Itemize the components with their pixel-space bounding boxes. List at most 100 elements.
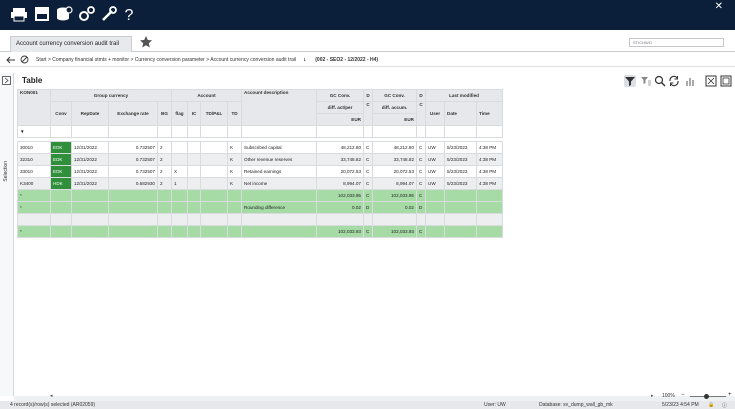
download-arrow-icon[interactable]: ⭣: [304, 57, 306, 63]
selection-sidebar[interactable]: Selection: [0, 73, 14, 396]
empty-cell: [444, 201, 477, 214]
chart-icon[interactable]: [684, 75, 696, 87]
back-arrow-icon[interactable]: [6, 56, 16, 64]
filter-cell[interactable]: [316, 125, 364, 138]
column-header-gc-actper-line1[interactable]: GC Conv.: [316, 89, 364, 102]
empty-cell: [200, 213, 228, 226]
search-icon[interactable]: [654, 75, 666, 87]
column-header-kon[interactable]: KON001: [17, 89, 51, 126]
print-icon[interactable]: [10, 5, 28, 23]
status-database: Database: sv_dump_wall_gb_mk: [539, 402, 613, 408]
column-header-ic[interactable]: IC: [187, 101, 201, 126]
column-header-conv[interactable]: Conv: [50, 101, 72, 126]
tools-icon[interactable]: [100, 5, 118, 23]
filter-cell[interactable]: [363, 125, 373, 138]
cell-ic: [187, 177, 201, 190]
column-header-gc-accum-line1[interactable]: GC Conv.: [372, 89, 417, 102]
column-header-gc-actper-line3[interactable]: EUR: [316, 113, 364, 126]
column-header-flag[interactable]: flag: [171, 101, 188, 126]
database-refresh-icon[interactable]: [55, 5, 73, 23]
cell-td-pl: [200, 177, 228, 190]
filter-cell[interactable]: [200, 125, 228, 138]
office-export-icon[interactable]: [33, 5, 51, 23]
search-input[interactable]: [629, 38, 724, 47]
filter-list-icon[interactable]: [640, 75, 652, 87]
filter-cell[interactable]: [416, 125, 426, 138]
empty-cell: [425, 189, 445, 202]
settings-gears-icon[interactable]: [78, 5, 96, 23]
empty-cell: [444, 189, 477, 202]
table-row[interactable]: 33010 EDK 12/31/2022 0.732507 2 X K Reta…: [17, 165, 503, 178]
rounding-row[interactable]: * Rounding difference 0.02 D 0.02 D: [17, 201, 503, 214]
column-header-d1-line1[interactable]: D: [363, 89, 373, 102]
filter-cell[interactable]: [425, 125, 445, 138]
zoom-in-icon[interactable]: +: [728, 392, 732, 398]
filter-cell[interactable]: [241, 125, 317, 138]
column-header-bg[interactable]: BG: [157, 101, 172, 126]
table-row[interactable]: 32310 EDK 12/31/2022 0.732507 2 K Other …: [17, 153, 503, 166]
column-header-time[interactable]: Time: [476, 101, 503, 126]
close-icon[interactable]: ✕: [715, 2, 723, 12]
column-header-gc-actper-line2[interactable]: diff. act/per: [316, 101, 364, 114]
filter-cell[interactable]: [476, 125, 503, 138]
cell-gc-accum: 0.02: [372, 201, 417, 214]
cell-user: UW: [425, 165, 445, 178]
zoom-slider-handle[interactable]: [704, 394, 709, 399]
tab-audit-trail[interactable]: Account currency conversion audit trail: [10, 36, 132, 52]
filter-cell[interactable]: [187, 125, 201, 138]
column-header-exchange-rate[interactable]: Exchange rate: [108, 101, 158, 126]
column-header-d2-line1[interactable]: D: [416, 89, 426, 102]
column-header-gc-accum-line2[interactable]: diff. accum.: [372, 101, 417, 114]
empty-cell: [171, 225, 188, 238]
filter-icon[interactable]: [624, 75, 636, 87]
breadcrumb-path[interactable]: Start > Company financial stmts + monito…: [36, 57, 296, 63]
maximize-icon[interactable]: [705, 75, 717, 87]
column-header-repdate[interactable]: RepDate: [71, 101, 109, 126]
table-row[interactable]: 30010 EDK 12/31/2022 0.732507 2 K Subscr…: [17, 141, 503, 154]
filter-cell[interactable]: [444, 125, 477, 138]
scroll-right-icon[interactable]: ▸: [651, 393, 654, 399]
cell-gc-accum: 102,033.93: [372, 225, 417, 238]
cell-td-pl: [200, 141, 228, 154]
column-header-gc-accum-line3[interactable]: EUR: [372, 113, 417, 126]
info-icon[interactable]: ⓘ: [722, 402, 727, 409]
filter-cell[interactable]: [108, 125, 158, 138]
cell-account-description: Net income: [241, 177, 317, 190]
column-header-user[interactable]: User: [425, 101, 445, 126]
table-row[interactable]: K3400 HDK 12/31/2022 0.682930 2 1 K Net …: [17, 177, 503, 190]
column-header-td[interactable]: TD: [227, 101, 242, 126]
zoom-out-icon[interactable]: −: [681, 392, 685, 398]
refresh-icon[interactable]: [668, 75, 680, 87]
filter-cell[interactable]: [171, 125, 188, 138]
cell-user: UW: [425, 177, 445, 190]
filter-cell[interactable]: [157, 125, 172, 138]
cell-repdate: 12/31/2022: [71, 165, 109, 178]
scroll-left-icon[interactable]: ◂: [50, 393, 53, 399]
expand-panel-icon[interactable]: [2, 76, 11, 85]
cell-conv: EDK: [50, 141, 72, 154]
subtotal-row[interactable]: * 102,033.95 C 102,033.95 C: [17, 189, 503, 202]
audit-trail-table: KON001 Group currency Account Account de…: [17, 89, 503, 238]
cell-td: K: [227, 153, 242, 166]
restore-window-icon[interactable]: [720, 75, 732, 87]
cell-d2: C: [416, 177, 426, 190]
cell-exchange-rate: 0.732507: [108, 153, 158, 166]
column-header-account-description[interactable]: Account description: [241, 89, 317, 126]
column-header-date[interactable]: Date: [444, 101, 477, 126]
cancel-icon[interactable]: [20, 55, 29, 64]
favorite-star-icon[interactable]: [139, 35, 153, 49]
filter-cell[interactable]: [372, 125, 417, 138]
filter-cell[interactable]: [50, 125, 72, 138]
empty-cell: [227, 201, 242, 214]
filter-cell[interactable]: [227, 125, 242, 138]
column-header-d1-line2[interactable]: C: [363, 101, 373, 126]
total-row[interactable]: * 102,033.93 C 102,033.93 C: [17, 225, 503, 238]
cell-ic: [187, 141, 201, 154]
column-header-d2-line2[interactable]: C: [416, 101, 426, 126]
filter-cell[interactable]: [71, 125, 109, 138]
filter-funnel-icon[interactable]: ▼: [17, 125, 51, 138]
empty-cell: [108, 201, 158, 214]
cell-account-description: Retained earnings: [241, 165, 317, 178]
column-header-td-pl[interactable]: TD/P&L: [200, 101, 228, 126]
help-icon[interactable]: ?: [120, 5, 138, 23]
